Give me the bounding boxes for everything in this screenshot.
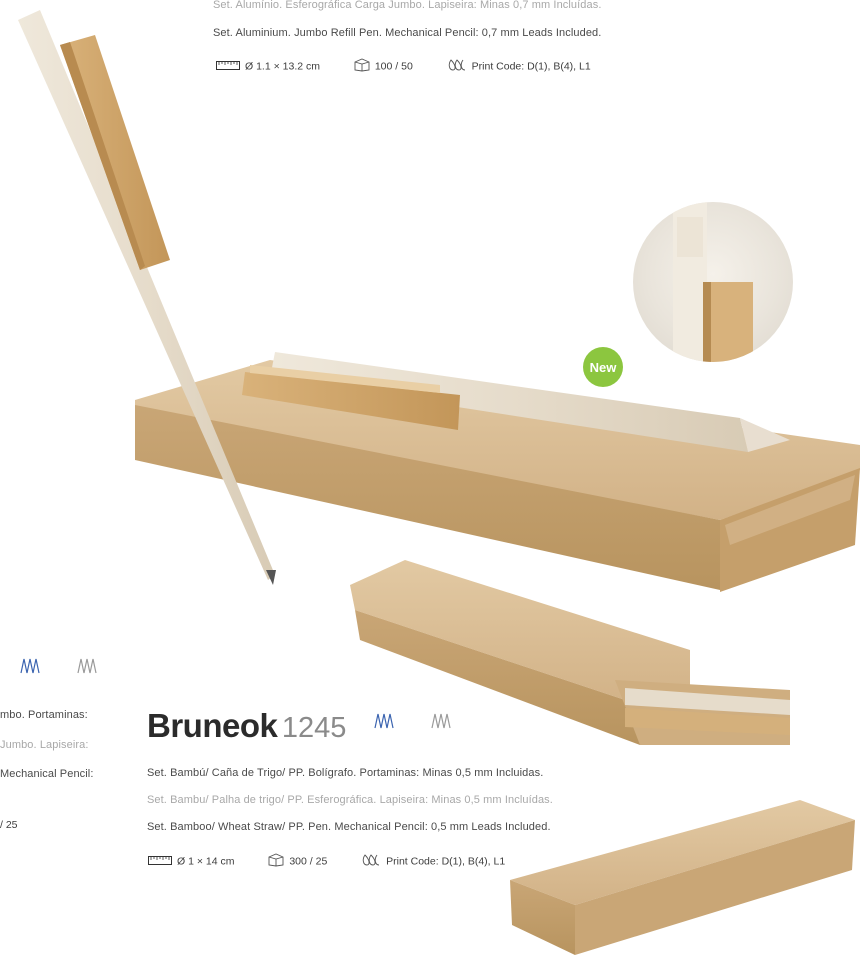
box-icon: [268, 853, 284, 870]
new-badge: New: [583, 347, 623, 387]
product-name: Bruneok: [147, 707, 278, 744]
packing-value: 300 / 25: [289, 855, 328, 868]
standing-pen: [18, 10, 276, 585]
small-closed-box: [510, 800, 855, 955]
product-specs: Ø 1 × 14 cm 300 / 25 Print Code: D(1), B…: [148, 853, 505, 870]
size-value: Ø 1 × 14 cm: [177, 855, 235, 868]
ruler-icon: [148, 855, 172, 868]
left-partial-line1: mbo. Portaminas:: [0, 709, 88, 721]
product-desc-en: Set. Bamboo/ Wheat Straw/ PP. Pen. Mecha…: [147, 821, 551, 833]
left-partial-line3: Mechanical Pencil:: [0, 768, 94, 780]
gray-ink-scribble-icon: [76, 655, 98, 682]
blue-ink-scribble-icon: [373, 710, 395, 737]
left-partial-line2: Jumbo. Lapiseira:: [0, 739, 89, 751]
product-desc-pt: Set. Bambu/ Palha de trigo/ PP. Esferogr…: [147, 794, 553, 806]
zoom-detail-image: [633, 202, 793, 362]
print-code-value: Print Code: D(1), B(4), L1: [386, 855, 506, 868]
product-code: 1245: [281, 712, 347, 744]
print-drops-icon: [361, 853, 381, 870]
left-partial-line4: / 25: [0, 819, 18, 831]
blue-ink-scribble-icon: [19, 655, 41, 682]
gray-ink-scribble-icon: [430, 710, 452, 737]
product-heading: Bruneok 1245: [147, 707, 346, 745]
product-desc-es: Set. Bambú/ Caña de Trigo/ PP. Bolígrafo…: [147, 767, 544, 779]
